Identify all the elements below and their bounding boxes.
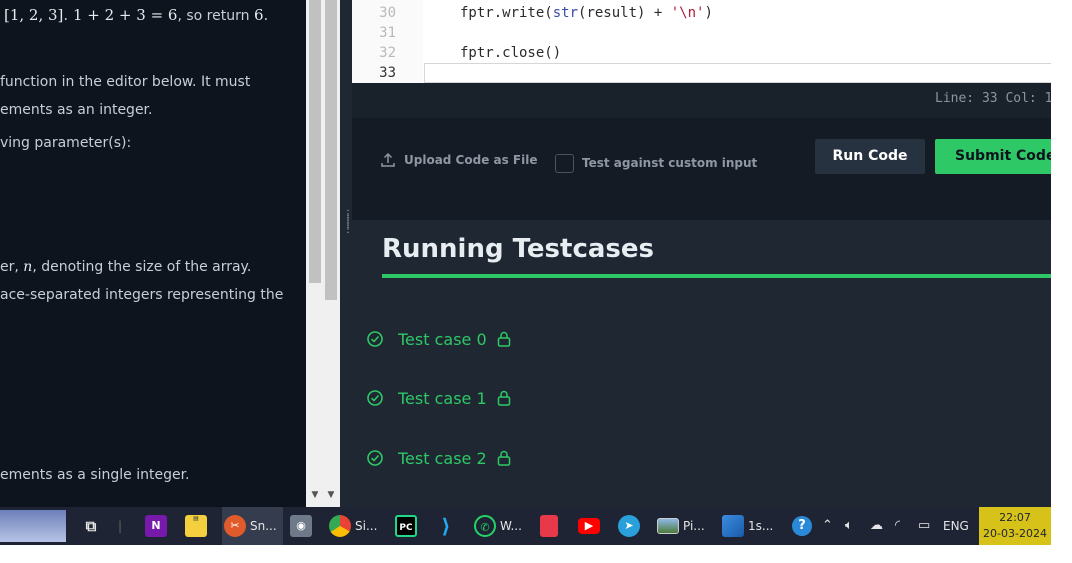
- wifi-icon[interactable]: ◜: [895, 507, 900, 545]
- scroll-down-arrow-icon[interactable]: ▼: [308, 490, 322, 504]
- problem-line-params: ving parameter(s):: [0, 135, 132, 151]
- problem-statement-panel: [1, 2, 3]. 1 + 2 + 3 = 6, so return 6. f…: [0, 0, 306, 507]
- check-circle-icon: [367, 331, 383, 347]
- scroll-down-arrow-icon[interactable]: ▼: [324, 490, 338, 504]
- code-line[interactable]: fptr.write(str(result) + '\n'): [460, 5, 713, 21]
- problem-line-returns: ements as an integer.: [0, 102, 153, 118]
- window-edge: [1051, 0, 1072, 563]
- clock-time: 22:07: [999, 511, 1031, 524]
- results-title: Running Testcases: [382, 234, 654, 264]
- line-number: 31: [379, 25, 396, 41]
- custom-input-checkbox[interactable]: [555, 153, 574, 173]
- testcase-label: Test case 2: [398, 448, 487, 468]
- active-line-highlight[interactable]: [424, 63, 1052, 83]
- cursor-position: Line: 33 Col: 1: [935, 91, 1053, 106]
- taskbar-app-whatsapp[interactable]: ✆ W...: [474, 507, 522, 545]
- upload-icon: [381, 152, 395, 167]
- submit-code-button[interactable]: Submit Code: [935, 139, 1065, 174]
- lock-icon: [497, 331, 510, 347]
- sticky-notes-icon[interactable]: ▤: [185, 507, 211, 545]
- lock-icon: [497, 390, 510, 406]
- photos-icon: [657, 518, 679, 534]
- taskbar-app-label: 1s...: [748, 519, 774, 533]
- problem-line-function: function in the editor below. It must: [0, 74, 251, 90]
- whatsapp-icon: ✆: [474, 515, 496, 537]
- gallery-icon: [722, 515, 744, 537]
- check-circle-icon: [367, 390, 383, 406]
- custom-input-toggle[interactable]: Test against custom input: [555, 153, 757, 173]
- testcase-label: Test case 0: [398, 329, 487, 349]
- testcase-item[interactable]: Test case 1: [366, 388, 511, 408]
- chrome-icon: [329, 515, 351, 537]
- results-progress-bar: [382, 274, 1051, 278]
- language-indicator[interactable]: ENG: [943, 507, 969, 545]
- problem-line-input-n: er, n, denoting the size of the array.: [0, 259, 252, 275]
- taskbar-app-snipping[interactable]: ✂ Sn...: [222, 507, 283, 545]
- reader-app-icon[interactable]: [540, 507, 562, 545]
- taskbar-app-photos[interactable]: Pi...: [657, 507, 705, 545]
- run-code-button[interactable]: Run Code: [815, 139, 925, 174]
- taskbar-app-label: Si...: [355, 519, 378, 533]
- onenote-icon[interactable]: N: [145, 507, 171, 545]
- upload-label: Upload Code as File: [404, 153, 538, 167]
- taskbar-app-label: W...: [500, 519, 522, 533]
- code-line[interactable]: fptr.close(): [460, 45, 561, 61]
- youtube-icon[interactable]: ▶: [578, 507, 604, 545]
- taskbar-widget-castle-icon[interactable]: [0, 507, 66, 545]
- pane-splitter[interactable]: [340, 0, 352, 507]
- volume-icon[interactable]: 🔈︎: [845, 507, 853, 545]
- upload-code-button[interactable]: Upload Code as File: [380, 150, 538, 170]
- problem-line-example: [1, 2, 3]. 1 + 2 + 3 = 6, so return 6.: [4, 6, 269, 24]
- chevron-up-icon[interactable]: ⌃: [822, 507, 833, 545]
- testcase-item[interactable]: Test case 0: [366, 329, 511, 349]
- check-circle-icon: [367, 450, 383, 466]
- taskbar-app-gallery[interactable]: 1s...: [722, 507, 773, 545]
- line-number: 30: [379, 5, 396, 21]
- task-view-icon[interactable]: ⧉: [80, 507, 106, 545]
- problem-scroll-thumb[interactable]: [309, 0, 321, 283]
- taskbar-app-chrome[interactable]: Si...: [329, 507, 377, 545]
- taskbar-divider: |: [118, 519, 123, 533]
- pycharm-icon[interactable]: PC: [395, 507, 421, 545]
- vscode-icon[interactable]: ⟩: [435, 507, 461, 545]
- taskbar-app-label: Sn...: [250, 519, 277, 533]
- drag-handle-icon[interactable]: ⋮ ⋮ ⋮ ⋮: [343, 210, 353, 246]
- custom-input-label: Test against custom input: [582, 156, 758, 170]
- testcase-label: Test case 1: [398, 388, 487, 408]
- line-number: 32: [379, 45, 396, 61]
- line-number: 33: [379, 65, 396, 81]
- taskbar-clock[interactable]: 22:07 20-03-2024: [979, 507, 1051, 545]
- problem-line-input-array: ace-separated integers representing the: [0, 287, 284, 303]
- help-icon[interactable]: ?: [792, 507, 812, 545]
- camera-icon[interactable]: ◉: [290, 507, 316, 545]
- snipping-tool-icon: ✂: [224, 515, 246, 537]
- problem-line-output: ements as a single integer.: [0, 467, 190, 483]
- cloud-offline-icon[interactable]: ☁: [870, 507, 883, 545]
- lock-icon: [497, 450, 510, 466]
- page-scroll-thumb[interactable]: [325, 0, 337, 300]
- telegram-icon[interactable]: ➤: [618, 507, 644, 545]
- clock-date: 20-03-2024: [983, 527, 1047, 540]
- testcase-item[interactable]: Test case 2: [366, 448, 511, 468]
- battery-icon[interactable]: ▭: [918, 507, 930, 545]
- taskbar-app-label: Pi...: [683, 519, 705, 533]
- screen-bottom-edge: [0, 545, 1072, 563]
